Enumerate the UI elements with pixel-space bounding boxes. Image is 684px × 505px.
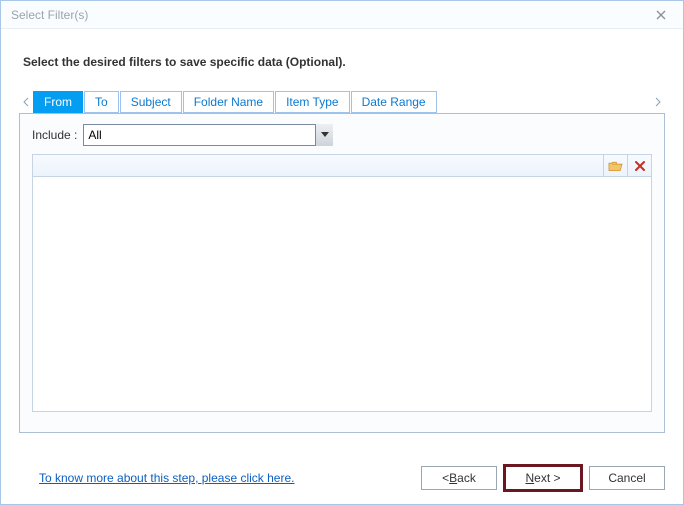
folder-open-icon bbox=[608, 160, 623, 172]
cancel-label: Cancel bbox=[608, 471, 645, 485]
window-close-button[interactable] bbox=[647, 5, 675, 25]
tab-subject[interactable]: Subject bbox=[120, 91, 182, 113]
list-toolbar bbox=[33, 155, 651, 177]
window-title: Select Filter(s) bbox=[11, 8, 88, 22]
back-button[interactable]: < Back bbox=[421, 466, 497, 490]
next-rest: ext > bbox=[534, 471, 560, 485]
x-icon bbox=[634, 160, 646, 172]
dialog-footer: To know more about this step, please cli… bbox=[19, 466, 665, 490]
title-bar: Select Filter(s) bbox=[1, 1, 683, 29]
instruction-text: Select the desired filters to save speci… bbox=[23, 55, 661, 69]
chevron-right-icon bbox=[655, 97, 661, 107]
include-select-wrap: All bbox=[83, 124, 333, 146]
filter-list-area bbox=[32, 154, 652, 412]
back-prefix: < bbox=[442, 471, 449, 485]
tab-to[interactable]: To bbox=[84, 91, 119, 113]
help-link[interactable]: To know more about this step, please cli… bbox=[39, 471, 294, 485]
next-mnemonic: N bbox=[525, 471, 534, 485]
tab-folder-name[interactable]: Folder Name bbox=[183, 91, 274, 113]
button-row: < Back Next > Cancel bbox=[421, 466, 665, 490]
browse-folder-button[interactable] bbox=[603, 155, 627, 176]
tab-strip: FromToSubjectFolder NameItem TypeDate Ra… bbox=[19, 91, 665, 113]
tab-date-range[interactable]: Date Range bbox=[351, 91, 437, 113]
include-row: Include : All bbox=[32, 124, 652, 146]
cancel-button[interactable]: Cancel bbox=[589, 466, 665, 490]
next-button[interactable]: Next > bbox=[505, 466, 581, 490]
close-icon bbox=[656, 10, 666, 20]
include-label: Include : bbox=[32, 128, 77, 142]
back-mnemonic: B bbox=[449, 471, 457, 485]
tab-scroll-right[interactable] bbox=[651, 91, 665, 113]
back-rest: ack bbox=[457, 471, 476, 485]
tab-item-type[interactable]: Item Type bbox=[275, 91, 349, 113]
remove-item-button[interactable] bbox=[627, 155, 651, 176]
tab-from[interactable]: From bbox=[33, 91, 83, 113]
include-select[interactable]: All bbox=[83, 124, 333, 146]
dialog-content: Select the desired filters to save speci… bbox=[1, 29, 683, 504]
filter-panel: Include : All bbox=[19, 113, 665, 433]
chevron-left-icon bbox=[23, 97, 29, 107]
tab-scroll-left[interactable] bbox=[19, 91, 33, 113]
